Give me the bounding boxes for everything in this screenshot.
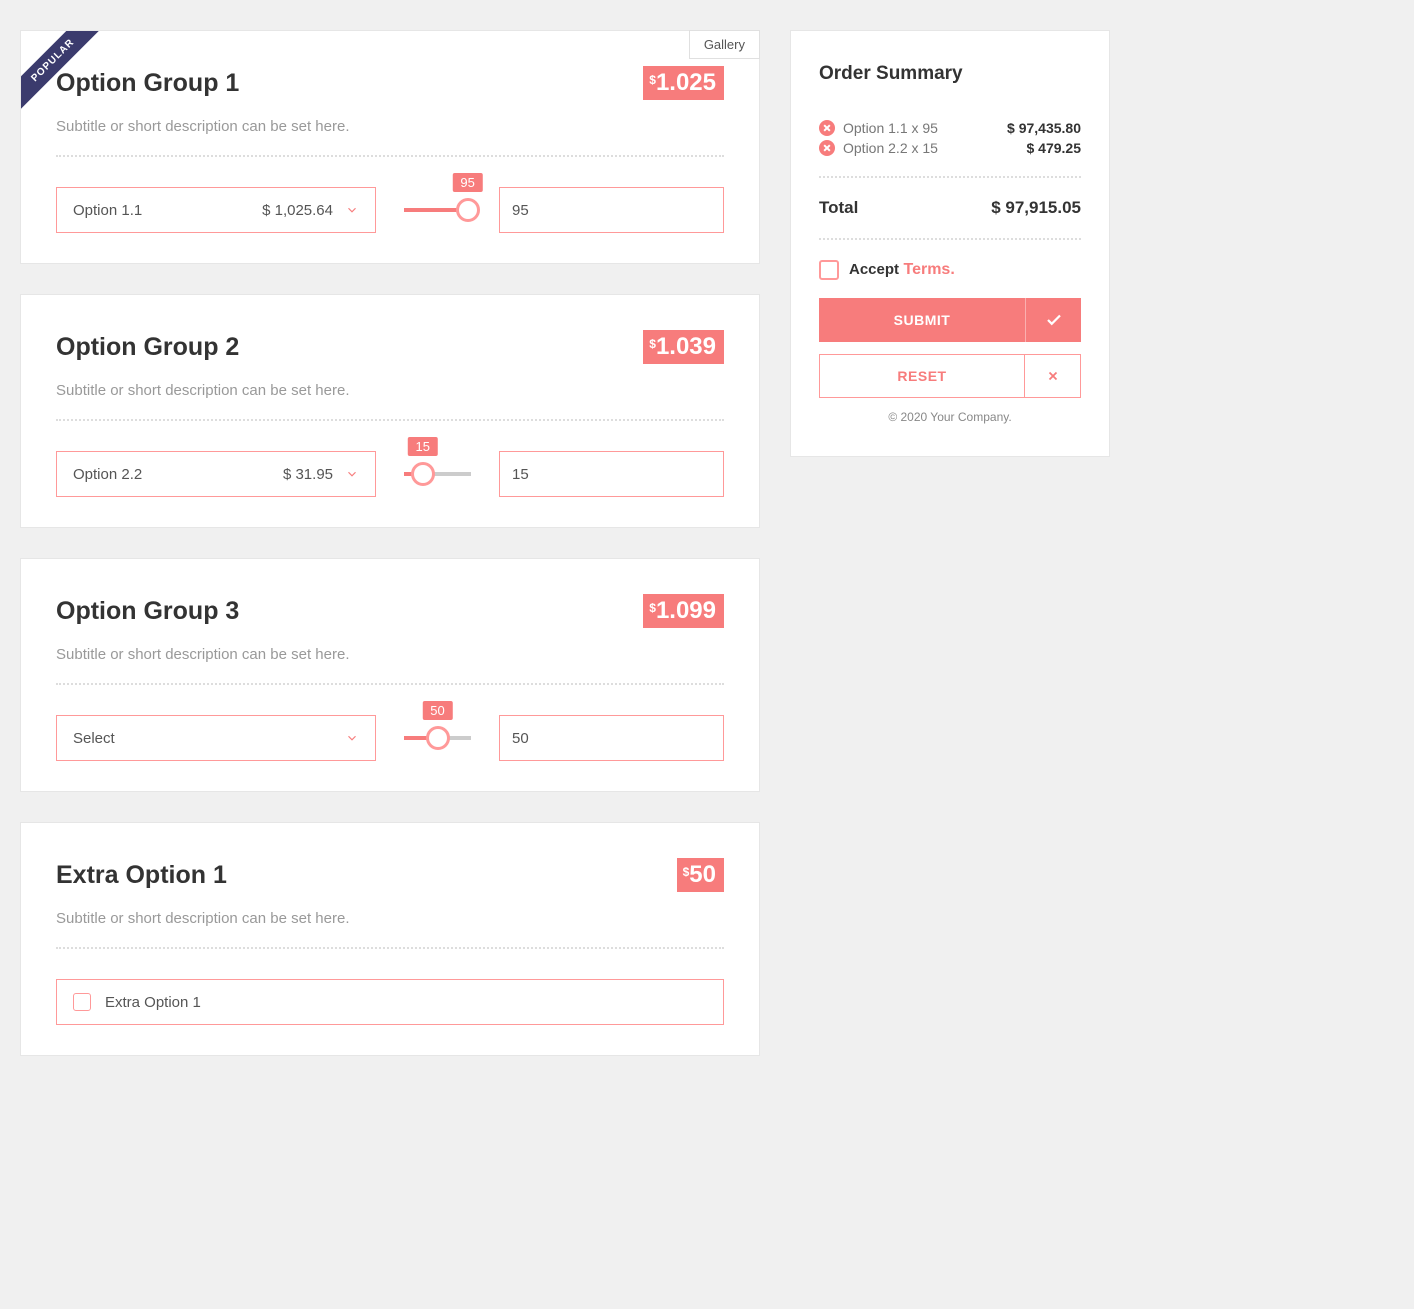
submit-button[interactable]: SUBMIT <box>819 298 1081 342</box>
close-icon <box>1046 369 1060 383</box>
quantity-input[interactable] <box>499 715 724 761</box>
terms-link[interactable]: Terms. <box>903 261 954 278</box>
remove-icon[interactable] <box>819 120 835 136</box>
quantity-input[interactable] <box>499 187 724 233</box>
reset-button[interactable]: RESET <box>819 354 1081 398</box>
summary-line-item: Option 2.2 x 15 $ 479.25 <box>819 140 1081 156</box>
copyright: © 2020 Your Company. <box>819 410 1081 424</box>
quantity-slider[interactable]: 95 <box>404 208 471 212</box>
divider <box>56 947 724 949</box>
chevron-down-icon <box>345 731 359 745</box>
accept-terms-row: Accept Terms. <box>819 260 1081 280</box>
divider <box>819 176 1081 178</box>
quantity-slider[interactable]: 50 <box>404 736 471 740</box>
accept-label: Accept <box>849 261 899 278</box>
price-tag: $1.039 <box>643 330 724 364</box>
chevron-down-icon <box>345 467 359 481</box>
extra-option-1: Extra Option 1 $50 Subtitle or short des… <box>20 822 760 1056</box>
price-tag: $50 <box>677 858 724 892</box>
divider <box>56 155 724 157</box>
group-title: Extra Option 1 <box>56 861 227 890</box>
price-tag: $1.099 <box>643 594 724 628</box>
divider <box>819 238 1081 240</box>
checkbox[interactable] <box>73 993 91 1011</box>
order-summary: Order Summary Option 1.1 x 95 $ 97,435.8… <box>790 30 1110 457</box>
options-column: POPULAR Gallery Option Group 1 $1.025 Su… <box>20 30 760 1056</box>
group-title: Option Group 3 <box>56 597 239 626</box>
remove-icon[interactable] <box>819 140 835 156</box>
group-title: Option Group 2 <box>56 333 239 362</box>
check-icon <box>1045 311 1063 329</box>
option-group-1: POPULAR Gallery Option Group 1 $1.025 Su… <box>20 30 760 264</box>
group-subtitle: Subtitle or short description can be set… <box>56 646 724 663</box>
checkbox-label: Extra Option 1 <box>105 994 201 1011</box>
option-select[interactable]: Option 2.2 $ 31.95 <box>56 451 376 497</box>
divider <box>56 683 724 685</box>
option-select[interactable]: Option 1.1 $ 1,025.64 <box>56 187 376 233</box>
group-subtitle: Subtitle or short description can be set… <box>56 118 724 135</box>
group-subtitle: Subtitle or short description can be set… <box>56 382 724 399</box>
chevron-down-icon <box>345 203 359 217</box>
option-group-2: Option Group 2 $1.039 Subtitle or short … <box>20 294 760 528</box>
quantity-input[interactable] <box>499 451 724 497</box>
popular-ribbon: POPULAR <box>21 31 111 121</box>
option-select[interactable]: Select <box>56 715 376 761</box>
quantity-slider[interactable]: 15 <box>404 472 471 476</box>
summary-line-item: Option 1.1 x 95 $ 97,435.80 <box>819 120 1081 136</box>
divider <box>56 419 724 421</box>
terms-checkbox[interactable] <box>819 260 839 280</box>
option-group-3: Option Group 3 $1.099 Subtitle or short … <box>20 558 760 792</box>
price-tag: $1.025 <box>643 66 724 100</box>
gallery-tab[interactable]: Gallery <box>689 30 760 59</box>
summary-column: Order Summary Option 1.1 x 95 $ 97,435.8… <box>790 30 1110 1056</box>
summary-total: Total $ 97,915.05 <box>819 198 1081 218</box>
summary-title: Order Summary <box>819 63 1081 85</box>
group-subtitle: Subtitle or short description can be set… <box>56 910 724 927</box>
extra-option-checkbox-row[interactable]: Extra Option 1 <box>56 979 724 1025</box>
